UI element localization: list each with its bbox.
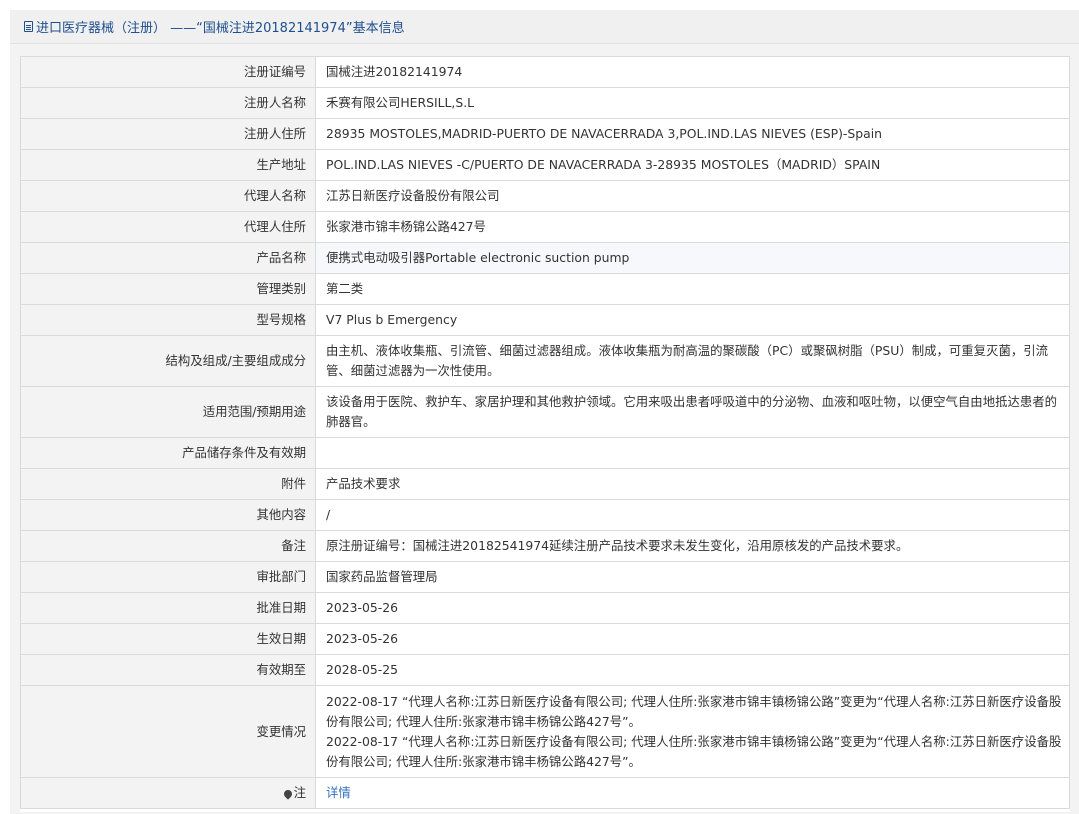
table-row: 审批部门 国家药品监督管理局 [20, 561, 1070, 593]
row-value: V7 Plus b Emergency [315, 304, 1070, 336]
row-label: 生效日期 [20, 623, 316, 655]
row-label: 备注 [20, 530, 316, 562]
row-value: 由主机、液体收集瓶、引流管、细菌过滤器组成。液体收集瓶为耐高温的聚碳酸（PC）或… [315, 335, 1070, 387]
row-value: 国家药品监督管理局 [315, 561, 1070, 593]
row-value: 2028-05-25 [315, 654, 1070, 686]
row-label: 适用范围/预期用途 [20, 386, 316, 438]
row-value: 禾赛有限公司HERSILL,S.L [315, 87, 1070, 119]
row-label: 其他内容 [20, 499, 316, 531]
table-row: 批准日期 2023-05-26 [20, 592, 1070, 624]
change-entry: 2022-08-17 “代理人名称:江苏日新医疗设备有限公司; 代理人住所:张家… [326, 693, 1062, 729]
row-label: 注册人名称 [20, 87, 316, 119]
table-row: 产品储存条件及有效期 [20, 437, 1070, 469]
row-label: 批准日期 [20, 592, 316, 624]
row-value: 国械注进20182141974 [315, 56, 1070, 88]
row-label: 产品名称 [20, 242, 316, 274]
table-row: 注 详情 [20, 777, 1070, 809]
row-value: 2023-05-26 [315, 623, 1070, 655]
change-history: 2022-08-17 “代理人名称:江苏日新医疗设备有限公司; 代理人住所:张家… [315, 685, 1070, 778]
details-link[interactable]: 详情 [326, 785, 351, 800]
row-value: 产品技术要求 [315, 468, 1070, 500]
row-label: 注册证编号 [20, 56, 316, 88]
row-value: 江苏日新医疗设备股份有限公司 [315, 180, 1070, 212]
row-value: 张家港市锦丰杨锦公路427号 [315, 211, 1070, 243]
note-label: 注 [293, 785, 306, 800]
row-label: 结构及组成/主要组成成分 [20, 335, 316, 387]
row-value: 原注册证编号：国械注进20182541974延续注册产品技术要求未发生变化，沿用… [315, 530, 1070, 562]
table-row: 生产地址 POL.IND.LAS NIEVES -C/PUERTO DE NAVA… [20, 149, 1070, 181]
row-value: 便携式电动吸引器Portable electronic suction pump [315, 242, 1070, 274]
row-label: 注册人住所 [20, 118, 316, 150]
table-row: 有效期至 2028-05-25 [20, 654, 1070, 686]
row-label: 代理人名称 [20, 180, 316, 212]
table-row: 注册人名称 禾赛有限公司HERSILL,S.L [20, 87, 1070, 119]
row-value: 2023-05-26 [315, 592, 1070, 624]
row-value: POL.IND.LAS NIEVES -C/PUERTO DE NAVACERR… [315, 149, 1070, 181]
page-header: 进口医疗器械（注册） ——“国械注进20182141974”基本信息 [10, 10, 1079, 44]
table-row: 注册人住所 28935 MOSTOLES,MADRID-PUERTO DE NAV… [20, 118, 1070, 150]
info-table: 注册证编号 国械注进20182141974 注册人名称 禾赛有限公司HERSILL,… [20, 56, 1070, 809]
table-row: 型号规格 V7 Plus b Emergency [20, 304, 1070, 336]
table-row: 备注 原注册证编号：国械注进20182541974延续注册产品技术要求未发生变化，… [20, 530, 1070, 562]
change-entry: 2022-08-17 “代理人名称:江苏日新医疗设备有限公司; 代理人住所:张家… [326, 733, 1062, 769]
row-value: / [315, 499, 1070, 531]
table-row: 其他内容 / [20, 499, 1070, 531]
row-label: 审批部门 [20, 561, 316, 593]
note-value-cell: 详情 [315, 777, 1070, 809]
row-label: 有效期至 [20, 654, 316, 686]
pin-icon [281, 787, 294, 800]
table-row: 管理类别 第二类 [20, 273, 1070, 305]
table-row: 变更情况 2022-08-17 “代理人名称:江苏日新医疗设备有限公司; 代理人… [20, 685, 1070, 778]
document-icon [24, 21, 33, 32]
row-label: 管理类别 [20, 273, 316, 305]
table-row: 注册证编号 国械注进20182141974 [20, 56, 1070, 88]
page-frame: 进口医疗器械（注册） ——“国械注进20182141974”基本信息 注册证编号… [10, 10, 1079, 814]
row-value: 第二类 [315, 273, 1070, 305]
row-value: 28935 MOSTOLES,MADRID-PUERTO DE NAVACERR… [315, 118, 1070, 150]
row-value [315, 437, 1070, 469]
row-label: 型号规格 [20, 304, 316, 336]
table-row: 生效日期 2023-05-26 [20, 623, 1070, 655]
table-row: 附件 产品技术要求 [20, 468, 1070, 500]
table-row: 结构及组成/主要组成成分 由主机、液体收集瓶、引流管、细菌过滤器组成。液体收集瓶为… [20, 335, 1070, 387]
note-label-cell: 注 [20, 777, 316, 809]
row-label: 附件 [20, 468, 316, 500]
table-row: 代理人住所 张家港市锦丰杨锦公路427号 [20, 211, 1070, 243]
row-label: 代理人住所 [20, 211, 316, 243]
row-label: 产品储存条件及有效期 [20, 437, 316, 469]
row-value: 该设备用于医院、救护车、家居护理和其他救护领域。它用来吸出患者呼吸道中的分泌物、… [315, 386, 1070, 438]
table-row: 产品名称 便携式电动吸引器Portable electronic suction … [20, 242, 1070, 274]
info-panel: 注册证编号 国械注进20182141974 注册人名称 禾赛有限公司HERSILL,… [20, 56, 1070, 812]
table-row: 代理人名称 江苏日新医疗设备股份有限公司 [20, 180, 1070, 212]
row-label: 生产地址 [20, 149, 316, 181]
row-label: 变更情况 [20, 685, 316, 778]
page-title: 进口医疗器械（注册） ——“国械注进20182141974”基本信息 [36, 21, 405, 36]
table-row: 适用范围/预期用途 该设备用于医院、救护车、家居护理和其他救护领域。它用来吸出患者… [20, 386, 1070, 438]
